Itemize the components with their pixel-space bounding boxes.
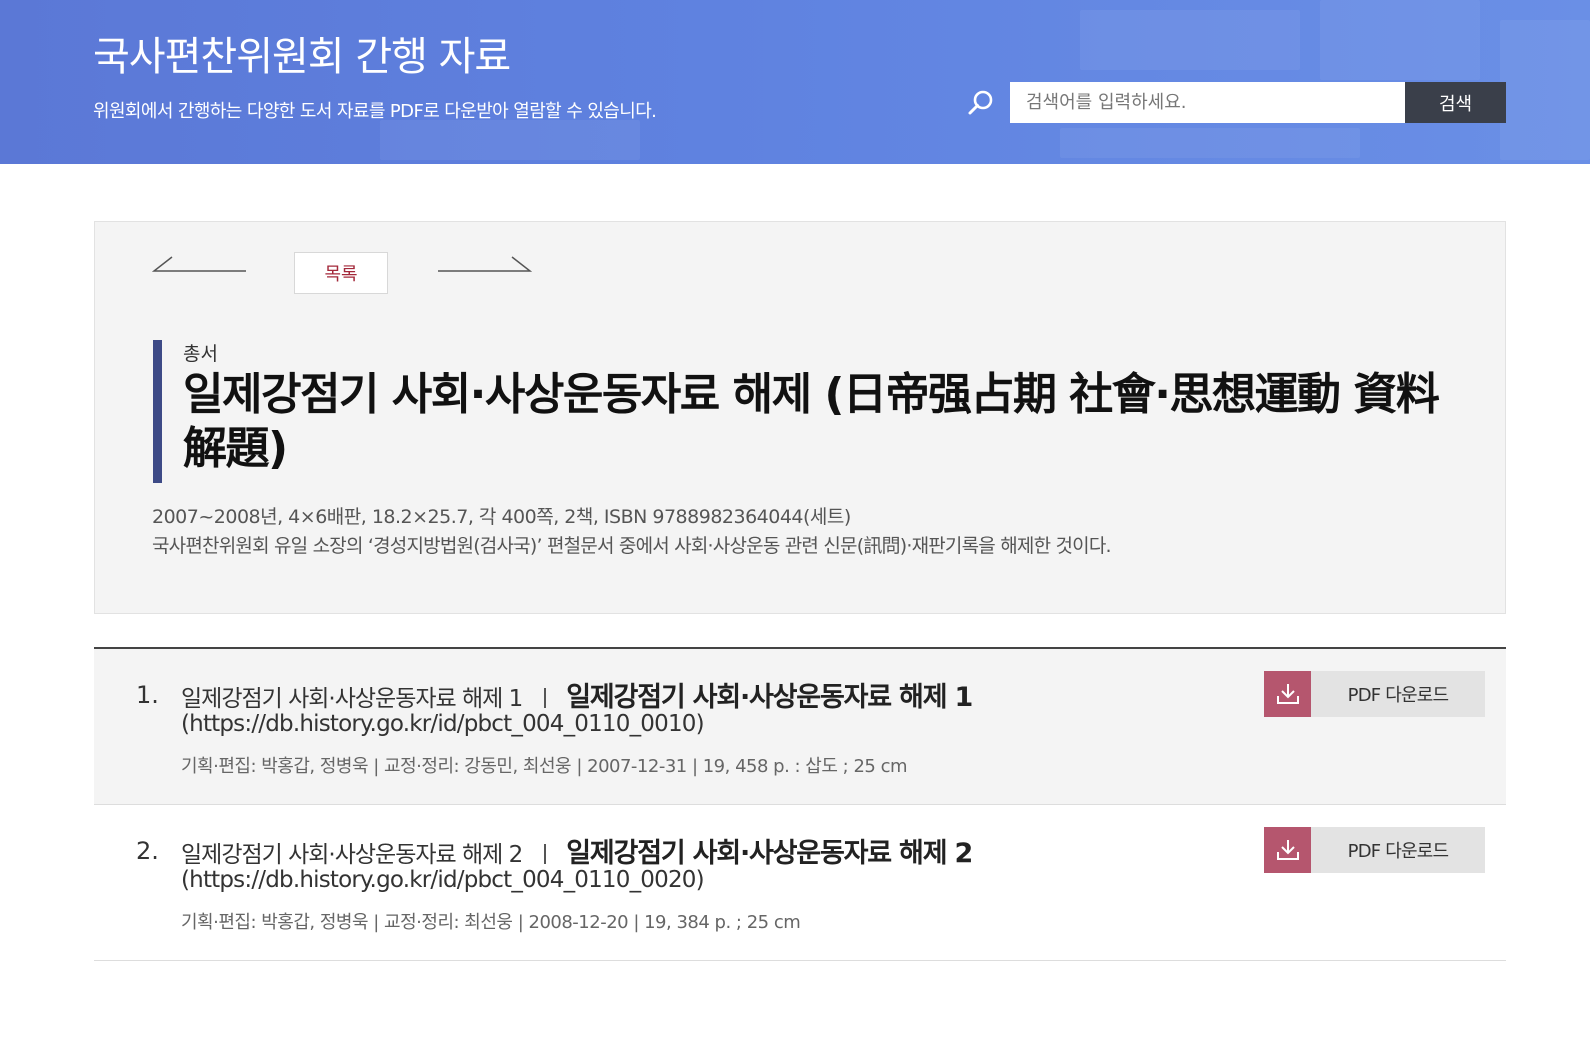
book-title: 일제강점기 사회·사상운동자료 해제 (日帝强占期 社會·思想運動 資料 解題) [183, 369, 1440, 474]
item-number: 1. [136, 681, 159, 709]
item-meta: 기획·편집: 박홍갑, 정병욱 | 교정·정리: 최선웅 | 2008-12-2… [181, 912, 801, 933]
banner-decoration [1320, 0, 1480, 80]
pdf-download-label: PDF 다운로드 [1311, 827, 1485, 873]
item-title-small: 일제강점기 사회·사상운동자료 해제 1 [181, 686, 523, 712]
item-title-line: 일제강점기 사회·사상운동자료 해제 2 일제강점기 사회·사상운동자료 해제 … [181, 831, 973, 870]
item-title-line: 일제강점기 사회·사상운동자료 해제 1 일제강점기 사회·사상운동자료 해제 … [181, 675, 973, 714]
title-divider [544, 688, 547, 708]
item-url[interactable]: (https://db.history.go.kr/id/pbct_004_01… [181, 867, 705, 893]
volume-list: 1. 일제강점기 사회·사상운동자료 해제 1 일제강점기 사회·사상운동자료 … [94, 647, 1506, 961]
title-divider [544, 844, 547, 864]
list-item: 2. 일제강점기 사회·사상운동자료 해제 2 일제강점기 사회·사상운동자료 … [94, 805, 1506, 961]
header-banner: 국사편찬위원회 간행 자료 위원회에서 간행하는 다양한 도서 자료를 PDF로… [0, 0, 1590, 164]
arrow-right-icon[interactable] [436, 255, 533, 277]
search-button[interactable]: 검색 [1405, 82, 1506, 123]
download-icon [1264, 827, 1311, 873]
banner-decoration [1080, 10, 1300, 70]
pdf-download-button[interactable]: PDF 다운로드 [1264, 827, 1485, 873]
page-subtitle: 위원회에서 간행하는 다양한 도서 자료를 PDF로 다운받아 열람할 수 있습… [93, 101, 657, 122]
list-item: 1. 일제강점기 사회·사상운동자료 해제 1 일제강점기 사회·사상운동자료 … [94, 649, 1506, 805]
title-accent-bar [153, 340, 162, 483]
page-title: 국사편찬위원회 간행 자료 [93, 34, 511, 80]
item-title-link[interactable]: 일제강점기 사회·사상운동자료 해제 2 [566, 831, 973, 870]
item-number: 2. [136, 837, 159, 865]
series-label: 총서 [183, 343, 218, 365]
book-description: 국사편찬위원회 유일 소장의 ‘경성지방법원(검사국)’ 편철문서 중에서 사회… [152, 535, 1112, 557]
search-input[interactable] [1010, 82, 1405, 123]
download-icon [1264, 671, 1311, 717]
list-button[interactable]: 목록 [294, 252, 388, 294]
pdf-download-button[interactable]: PDF 다운로드 [1264, 671, 1485, 717]
item-title-link[interactable]: 일제강점기 사회·사상운동자료 해제 1 [566, 675, 973, 714]
search-icon[interactable] [966, 88, 996, 118]
banner-decoration [1500, 20, 1590, 160]
banner-decoration [1060, 128, 1360, 158]
pdf-download-label: PDF 다운로드 [1311, 671, 1485, 717]
item-title-small: 일제강점기 사회·사상운동자료 해제 2 [181, 842, 523, 868]
item-url[interactable]: (https://db.history.go.kr/id/pbct_004_01… [181, 711, 705, 737]
banner-decoration [380, 120, 640, 160]
arrow-left-icon[interactable] [151, 255, 248, 277]
item-meta: 기획·편집: 박홍갑, 정병욱 | 교정·정리: 강동민, 최선웅 | 2007… [181, 756, 908, 777]
book-meta: 2007~2008년, 4×6배판, 18.2×25.7, 각 400쪽, 2책… [152, 506, 851, 528]
book-detail-panel: 목록 총서 일제강점기 사회·사상운동자료 해제 (日帝强占期 社會·思想運動 … [94, 221, 1506, 614]
